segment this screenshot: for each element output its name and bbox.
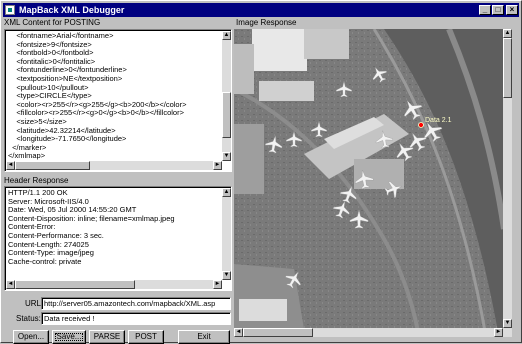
map-marker-label: Data 2.1: [425, 117, 452, 124]
save-button[interactable]: Save...: [52, 330, 86, 344]
debugger-window: MapBack XML Debugger _ □ × XML Content f…: [0, 0, 522, 344]
open-button[interactable]: Open...: [13, 330, 49, 344]
scroll-up-icon[interactable]: ▲: [222, 31, 231, 40]
scroll-down-icon[interactable]: ▼: [222, 152, 231, 161]
xml-line: </xmlmap>: [8, 151, 46, 160]
post-button[interactable]: POST: [128, 330, 164, 344]
scroll-left-icon[interactable]: ◄: [6, 161, 15, 170]
map-marker-icon: [418, 122, 424, 128]
scroll-down-icon[interactable]: ▼: [503, 319, 512, 328]
image-response-label: Image Response: [236, 18, 297, 27]
maximize-button[interactable]: □: [492, 5, 504, 15]
image-vscroll-thumb[interactable]: [503, 38, 512, 98]
scroll-right-icon[interactable]: ►: [494, 328, 503, 337]
header-response-textarea[interactable]: HTTP/1.1 200 OK Server: Microsoft-IIS/4.0…: [4, 186, 232, 291]
exit-button[interactable]: Exit: [178, 330, 230, 344]
scroll-up-icon[interactable]: ▲: [503, 29, 512, 38]
window-title: MapBack XML Debugger: [19, 5, 125, 15]
xml-horizontal-scrollbar[interactable]: ◄ ►: [6, 161, 222, 170]
minimize-button[interactable]: _: [479, 5, 491, 15]
header-horizontal-scrollbar[interactable]: ◄ ►: [6, 280, 222, 289]
xml-hscroll-thumb[interactable]: [15, 161, 90, 170]
status-label: Status:: [16, 314, 41, 323]
parse-button[interactable]: PARSE: [89, 330, 125, 344]
image-hscroll-thumb[interactable]: [243, 328, 313, 337]
aerial-map-image: [234, 29, 512, 337]
close-button[interactable]: ×: [506, 5, 518, 15]
title-bar[interactable]: MapBack XML Debugger _ □ ×: [3, 3, 519, 17]
scroll-left-icon[interactable]: ◄: [234, 328, 243, 337]
image-response-view[interactable]: Data 2.1 ▲ ▼ ◄ ►: [234, 29, 512, 337]
scroll-right-icon[interactable]: ►: [213, 280, 222, 289]
header-response-label: Header Response: [4, 176, 69, 185]
header-hscroll-thumb[interactable]: [15, 280, 135, 289]
header-response-text: HTTP/1.1 200 OK Server: Microsoft-IIS/4.0…: [8, 189, 220, 279]
xml-content-label: XML Content for POSTING: [4, 18, 101, 27]
scroll-down-icon[interactable]: ▼: [222, 271, 231, 280]
xml-content-text: <fontname>Arial</fontname> <fontsize>9</…: [8, 32, 220, 160]
header-line: Cache-control: private: [8, 256, 82, 266]
image-vertical-scrollbar[interactable]: ▲ ▼: [503, 29, 512, 328]
url-field[interactable]: http://server05.amazontech.com/mapback/X…: [41, 297, 231, 310]
app-icon: [5, 5, 15, 15]
scroll-left-icon[interactable]: ◄: [6, 280, 15, 289]
xml-vertical-scrollbar[interactable]: ▲ ▼: [222, 31, 231, 161]
header-vertical-scrollbar[interactable]: ▲ ▼: [222, 188, 231, 280]
scroll-up-icon[interactable]: ▲: [222, 188, 231, 197]
status-field: Data received !: [41, 312, 231, 325]
scroll-right-icon[interactable]: ►: [213, 161, 222, 170]
xml-scroll-thumb[interactable]: [222, 92, 231, 138]
image-horizontal-scrollbar[interactable]: ◄ ►: [234, 328, 512, 337]
xml-content-textarea[interactable]: <fontname>Arial</fontname> <fontsize>9</…: [4, 29, 232, 172]
